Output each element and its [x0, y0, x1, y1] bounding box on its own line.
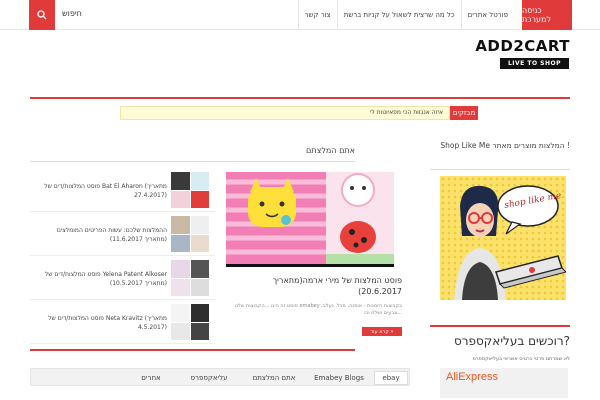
content-divider: [30, 349, 355, 351]
nav-item-contact[interactable]: צור קשר: [297, 0, 337, 30]
post-title[interactable]: פוסט המלצות/דים של Bat El Aharon (מתאריך…: [35, 182, 167, 200]
logo-tagline: LIVE TO SHOP: [499, 58, 569, 69]
news-ticker: איזה אנגזות הכי מפאיוטות לי: [120, 106, 450, 120]
baby-clothes-image: [226, 172, 394, 264]
search-button[interactable]: [29, 0, 55, 30]
tab-others[interactable]: אחרים: [127, 371, 175, 385]
list-item[interactable]: פוסט המלצות/דים של Yelena Patent Alkoser…: [30, 258, 215, 300]
ticker-text[interactable]: איזה אנגזות הכי מפאיוטות לי: [370, 109, 443, 116]
search-icon: [37, 10, 47, 20]
sidebar-divider: [430, 325, 570, 327]
ticker-label: מבזקים: [450, 106, 478, 120]
post-title[interactable]: ההמלצות שלכם: עשות הפריטים המומלצים (מתא…: [35, 226, 167, 244]
category-tabs: ebay Emabey Blogs אתם המלצתם עליאקספרס א…: [30, 368, 410, 386]
tab-recommenders[interactable]: אתם המלצתם: [243, 371, 305, 385]
featured-post-image[interactable]: [226, 172, 394, 267]
tab-ebay[interactable]: ebay: [374, 371, 408, 385]
nav-item-faq[interactable]: כל מה שרצית לשאול על קניות ברשת: [336, 0, 461, 30]
post-thumbnail[interactable]: [171, 260, 209, 296]
featured-post-excerpt: פוסט זה הינו ...הקבוצות שלנו emabey בקבו…: [234, 303, 402, 316]
aliexpress-banner[interactable]: AliExpress: [440, 368, 568, 398]
section-title: אתם המלצתם: [306, 146, 355, 155]
sidebar-heading: רוכשים בעליאקספרס?: [453, 334, 570, 348]
sidebar-description: לא שמרתם פרטי כרטיס אשראי בעליאקספרס: [472, 356, 570, 362]
list-item[interactable]: פוסט המלצות/דים של Neta Kravitz (מתאריך …: [30, 302, 215, 344]
post-thumbnail[interactable]: [171, 216, 209, 252]
header-divider: [30, 97, 570, 99]
logo-text: ADD2CART: [475, 37, 570, 55]
post-thumbnail[interactable]: [171, 304, 209, 340]
tab-emabey-blogs[interactable]: Emabey Blogs: [308, 371, 370, 385]
nav-item-portal[interactable]: פורטל אתרים: [460, 0, 514, 30]
sidebar-header-line: [430, 142, 570, 170]
list-item[interactable]: פוסט המלצות/דים של Bat El Aharon (מתאריך…: [30, 170, 215, 212]
post-thumbnail[interactable]: [171, 172, 209, 208]
post-title[interactable]: פוסט המלצות/דים של Yelena Patent Alkoser…: [35, 270, 167, 288]
list-item[interactable]: ההמלצות שלכם: עשות הפריטים המומלצים (מתא…: [30, 214, 215, 256]
read-more-button[interactable]: קרא עוד »: [362, 327, 402, 336]
search-input[interactable]: חיפוש: [62, 9, 82, 18]
aliexpress-logo: AliExpress: [446, 371, 498, 383]
site-logo[interactable]: ADD2CART LIVE TO SHOP: [475, 37, 570, 75]
section-header-recommenders: אתם המלצתם: [30, 142, 355, 162]
tab-aliexpress[interactable]: עליאקספרס: [179, 371, 239, 385]
featured-post-title[interactable]: פוסט המלצות של מירי ארמה(מתאריך 20.6.201…: [236, 275, 402, 297]
top-bar: חיפוש פורטל אתרים כל מה שרצית לשאול על ק…: [0, 0, 600, 30]
post-title[interactable]: פוסט המלצות/דים של Neta Kravitz (מתאריך …: [35, 314, 167, 332]
shop-like-me-banner[interactable]: shop like me: [440, 176, 566, 300]
login-button[interactable]: כניסה למערכת: [522, 0, 572, 30]
top-nav: פורטל אתרים כל מה שרצית לשאול על קניות ב…: [297, 0, 514, 30]
